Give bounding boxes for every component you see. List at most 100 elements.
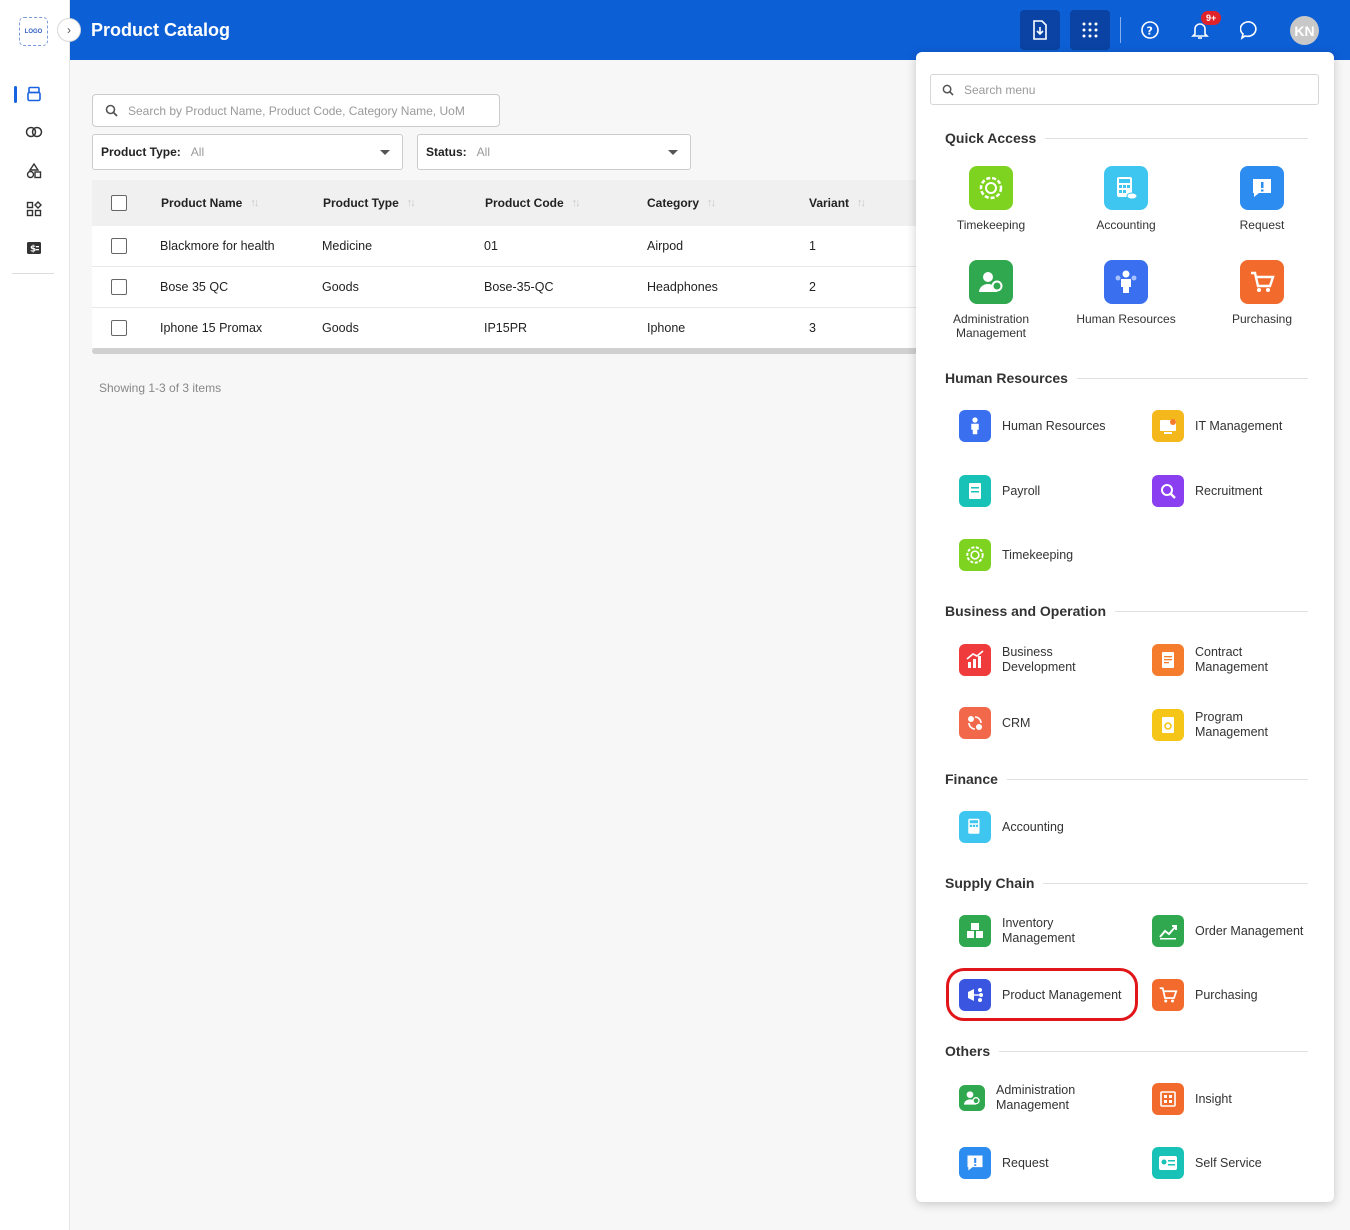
contract-icon	[1152, 644, 1184, 676]
menu-item-product-management[interactable]: Product Management	[959, 979, 1122, 1011]
column-header[interactable]: Variant ↑↓	[809, 180, 866, 226]
inventory-icon	[959, 915, 991, 947]
column-header[interactable]: Product Type ↑↓	[323, 180, 416, 226]
admin-icon	[959, 1085, 985, 1111]
quick-access-purchasing[interactable]: Purchasing	[1202, 260, 1322, 326]
menu-item-program-management[interactable]: Program Management	[1152, 709, 1322, 741]
sort-icon[interactable]: ↑↓	[407, 197, 416, 209]
app-menu-panel: Search menu Quick Access Timekeeping Acc…	[916, 52, 1334, 1202]
table-row[interactable]: Bose 35 QC Goods Bose-35-QC Headphones 2	[92, 267, 917, 308]
category-cell: Iphone	[647, 321, 686, 335]
sort-icon[interactable]: ↑↓	[707, 197, 716, 209]
category-cell: Headphones	[647, 280, 718, 294]
sort-icon[interactable]: ↑↓	[857, 197, 866, 209]
timekeeping-icon	[969, 166, 1013, 210]
product-type-cell: Goods	[322, 280, 359, 294]
menu-item-payroll[interactable]: Payroll	[959, 475, 1040, 507]
column-header[interactable]: Product Name ↑↓	[161, 180, 259, 226]
trend-icon	[1152, 915, 1184, 947]
row-checkbox[interactable]	[111, 279, 127, 295]
menu-item-purchasing[interactable]: Purchasing	[1152, 979, 1258, 1011]
product-type-filter[interactable]: Product Type: All	[92, 134, 403, 170]
table-row[interactable]: Iphone 15 Promax Goods IP15PR Iphone 3	[92, 308, 917, 349]
sort-icon[interactable]: ↑↓	[250, 197, 259, 209]
product-type-cell: Medicine	[322, 239, 373, 253]
column-header[interactable]: Product Code ↑↓	[485, 180, 581, 226]
variant-cell: 2	[809, 280, 816, 294]
app-menu-button[interactable]	[1070, 10, 1110, 50]
search-icon	[105, 104, 118, 117]
human-resources-icon	[1104, 260, 1148, 304]
left-rail: LOGO $	[0, 0, 70, 1230]
section-supply-chain: Supply Chain	[945, 875, 1308, 891]
shapes-nav-icon[interactable]	[22, 159, 46, 183]
product-table: Product Name ↑↓ Product Type ↑↓ Product Co…	[92, 180, 917, 349]
chevron-right-icon: ›	[67, 23, 71, 37]
horizontal-scrollbar[interactable]	[92, 348, 917, 354]
product-code-cell: 01	[484, 239, 498, 253]
menu-item-timekeeping[interactable]: Timekeeping	[959, 539, 1073, 571]
chart-icon	[959, 644, 991, 676]
svg-text:$: $	[30, 245, 36, 255]
menu-item-inventory-management[interactable]: Inventory Management	[959, 915, 1129, 947]
user-avatar[interactable]: KN	[1290, 16, 1319, 45]
product-name-cell: Iphone 15 Promax	[160, 321, 263, 335]
caret-down-icon	[380, 150, 390, 155]
table-row[interactable]: Blackmore for health Medicine 01 Airpod …	[92, 226, 917, 267]
page-title: Product Catalog	[91, 20, 231, 40]
quick-access-accounting[interactable]: Accounting	[1066, 166, 1186, 232]
menu-item-it-management[interactable]: IT Management	[1152, 410, 1282, 442]
catalog-nav-icon[interactable]	[22, 82, 46, 106]
quick-access-request[interactable]: Request	[1202, 166, 1322, 232]
expand-sidebar-button[interactable]: ›	[57, 18, 81, 42]
quick-access-timekeeping[interactable]: Timekeeping	[931, 166, 1051, 232]
product-search-input[interactable]: Search by Product Name, Product Code, Ca…	[92, 94, 500, 127]
it-management-icon	[1152, 410, 1184, 442]
help-button[interactable]: ?	[1130, 10, 1170, 50]
menu-item-contract-management[interactable]: Contract Management	[1152, 644, 1322, 676]
crm-icon	[959, 707, 991, 739]
header-divider	[1120, 17, 1121, 43]
menu-item-accounting[interactable]: Accounting	[959, 811, 1064, 843]
human-resources-icon	[959, 410, 991, 442]
quick-access-administration-management[interactable]: Administration Management	[931, 260, 1051, 340]
menu-item-self-service[interactable]: Self Service	[1152, 1147, 1262, 1179]
price-nav-icon[interactable]: $	[22, 236, 46, 260]
menu-item-order-management[interactable]: Order Management	[1152, 915, 1303, 947]
product-type-label: Product Type:	[101, 145, 181, 159]
chat-icon	[1240, 21, 1257, 40]
menu-item-request[interactable]: Request	[959, 1147, 1049, 1179]
status-value: All	[476, 145, 491, 159]
product-code-cell: IP15PR	[484, 321, 528, 335]
active-indicator	[14, 86, 17, 103]
product-name-cell: Blackmore for health	[160, 239, 275, 253]
menu-item-business-development[interactable]: Business Development	[959, 644, 1129, 676]
logo: LOGO	[19, 17, 48, 46]
menu-item-recruitment[interactable]: Recruitment	[1152, 475, 1262, 507]
id-card-icon	[1152, 1147, 1184, 1179]
menu-item-human-resources[interactable]: Human Resources	[959, 410, 1106, 442]
calculator-icon	[1104, 166, 1148, 210]
download-button[interactable]	[1020, 10, 1060, 50]
menu-item-crm[interactable]: CRM	[959, 707, 1030, 739]
sort-icon[interactable]: ↑↓	[572, 197, 581, 209]
search-placeholder: Search by Product Name, Product Code, Ca…	[128, 103, 465, 118]
row-checkbox[interactable]	[111, 238, 127, 254]
recruitment-icon	[1152, 475, 1184, 507]
status-filter[interactable]: Status: All	[417, 134, 691, 170]
quick-access-human-resources[interactable]: Human Resources	[1066, 260, 1186, 326]
menu-item-administration-management[interactable]: Administration Management	[959, 1083, 1129, 1113]
rings-nav-icon[interactable]	[22, 120, 46, 144]
program-icon	[1152, 709, 1184, 741]
product-type-value: All	[190, 145, 205, 159]
chat-button[interactable]	[1230, 10, 1270, 50]
select-all-checkbox[interactable]	[111, 195, 127, 211]
row-checkbox[interactable]	[111, 320, 127, 336]
menu-item-insight[interactable]: Insight	[1152, 1083, 1232, 1115]
pagination-summary: Showing 1-3 of 3 items	[99, 381, 222, 395]
column-header[interactable]: Category ↑↓	[647, 180, 716, 226]
menu-search-placeholder: Search menu	[964, 82, 1036, 97]
menu-search-input[interactable]: Search menu	[930, 74, 1319, 105]
grid-nav-icon[interactable]	[22, 197, 46, 221]
rail-divider	[12, 273, 54, 274]
